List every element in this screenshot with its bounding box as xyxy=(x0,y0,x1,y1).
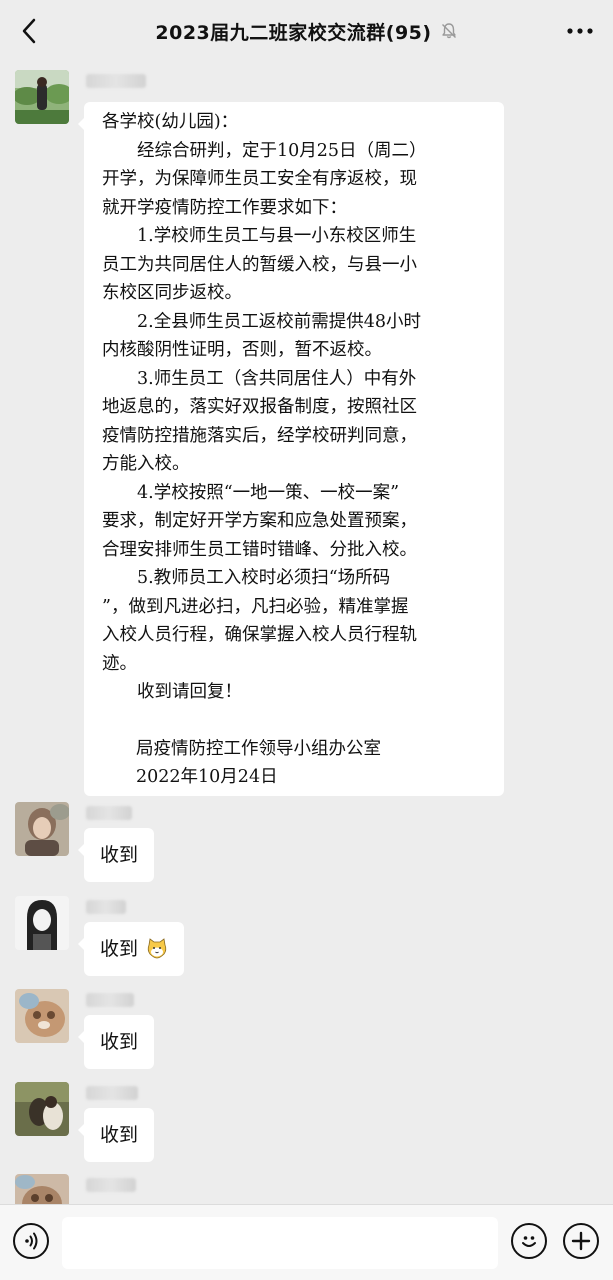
sender-name xyxy=(86,993,134,1007)
notice-bubble[interactable]: 各学校(幼儿园)： 经综合研判，定于10月25日（周二） 开学，为保障师生员工安… xyxy=(78,102,504,796)
notice-line: 合理安排师生员工错时错峰、分批入校。 xyxy=(102,539,417,560)
message-text: 收到 xyxy=(100,1031,139,1053)
message-text: 收到 xyxy=(100,938,139,960)
sender-name xyxy=(86,1086,138,1100)
back-button[interactable] xyxy=(14,16,44,46)
input-bar xyxy=(0,1204,613,1280)
notice-line: 开学，为保障师生员工安全有序返校，现 xyxy=(102,169,417,189)
chat-message-list[interactable]: 各学校(幼儿园)： 经综合研判，定于10月25日（周二） 开学，为保障师生员工安… xyxy=(0,62,613,1204)
notice-line: 员工为共同居住人的暂缓入校，与县一小 xyxy=(102,254,417,275)
title-group[interactable]: 2023届九二班家校交流群(95) xyxy=(155,18,457,45)
notice-line: 2.全县师生员工返校前需提供48小时 xyxy=(137,311,421,332)
notice-line: 1.学校师生员工与县一小东校区师生 xyxy=(137,226,417,246)
bell-muted-icon xyxy=(440,22,458,40)
message-input[interactable] xyxy=(62,1217,498,1269)
avatar[interactable] xyxy=(15,802,69,856)
sender-name xyxy=(86,806,132,820)
sender-name xyxy=(86,1178,136,1192)
reply-bubble[interactable]: 收到 xyxy=(77,922,185,976)
avatar[interactable] xyxy=(15,70,69,124)
plus-icon xyxy=(571,1231,591,1251)
reply-bubble[interactable]: 收到 xyxy=(77,1108,155,1162)
notice-line: 地返息的，落实好双报备制度，按照社区 xyxy=(102,397,417,417)
voice-icon xyxy=(25,1232,38,1250)
notice-line: 要求，制定好开学方案和应急处置预案， xyxy=(102,511,417,531)
notice-line: 内核酸阴性证明，否则，暂不返校。 xyxy=(102,340,382,360)
avatar[interactable] xyxy=(15,989,69,1043)
notice-line: 收到请回复！ xyxy=(137,682,242,702)
chat-header: 2023届九二班家校交流群(95) xyxy=(0,0,613,62)
plus-button[interactable] xyxy=(563,1223,599,1259)
reply-bubble[interactable]: 收到 xyxy=(77,828,155,882)
notice-line: 方能入校。 xyxy=(102,454,190,474)
notice-line: ”，做到凡进必扫，凡扫必验，精准掌握 xyxy=(102,596,409,617)
message-text: 收到 xyxy=(100,1124,139,1146)
voice-button[interactable] xyxy=(13,1223,49,1259)
notice-line: 疫情防控措施落实后，经学校研判同意， xyxy=(102,425,417,446)
notice-line: 3.师生员工（含共同居住人）中有外 xyxy=(137,368,417,389)
sender-name xyxy=(86,900,126,914)
chevron-left-icon xyxy=(22,18,36,44)
more-dots-icon xyxy=(567,28,593,34)
smiley-icon xyxy=(522,1236,536,1247)
notice-line: 经综合研判，定于10月25日（周二） xyxy=(137,140,427,161)
avatar[interactable] xyxy=(15,896,69,950)
notice-line: 迹。 xyxy=(102,653,137,674)
chat-title: 2023届九二班家校交流群(95) xyxy=(155,21,432,44)
emoji-button[interactable] xyxy=(511,1223,547,1259)
notice-signature-office: 局疫情防控工作领导小组办公室 xyxy=(136,738,381,759)
notice-line: 5.教师员工入校时必须扫“场所码 xyxy=(137,568,391,588)
avatar[interactable] xyxy=(15,1174,69,1204)
reply-bubble[interactable]: 收到 xyxy=(77,1015,155,1069)
notice-line: 东校区同步返校。 xyxy=(102,283,242,303)
message-text: 收到 xyxy=(100,844,139,866)
sender-name xyxy=(86,74,146,88)
notice-line: 就开学疫情防控工作要求如下： xyxy=(102,197,347,218)
more-options-button[interactable] xyxy=(565,18,595,44)
notice-line: 各学校(幼儿园)： xyxy=(102,112,239,132)
notice-line: 入校人员行程，确保掌握入校人员行程轨 xyxy=(102,625,417,645)
notice-signature-date: 2022年10月24日 xyxy=(136,767,278,787)
cat-face-emoji-icon xyxy=(146,935,168,959)
avatar[interactable] xyxy=(15,1082,69,1136)
notice-line: 4.学校按照“一地一策、一校一案” xyxy=(137,482,400,503)
